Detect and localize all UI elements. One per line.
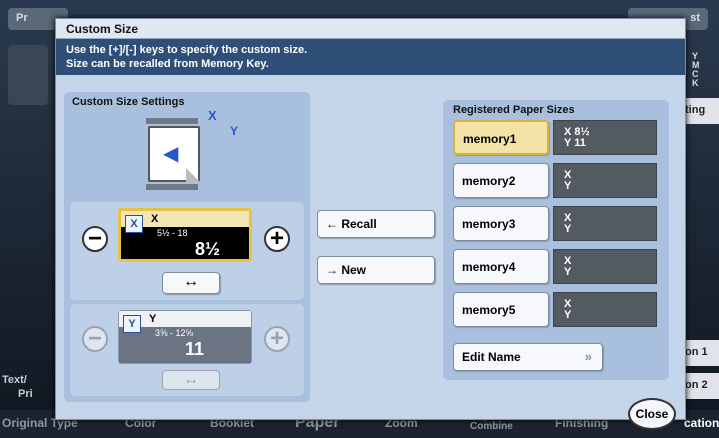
y-minus-button[interactable]: −: [82, 326, 108, 352]
registered-paper-sizes-panel: Registered Paper Sizes memory1 X 8½ Y 11…: [443, 100, 669, 380]
memory4-size: X Y: [553, 249, 657, 284]
dialog-title: Custom Size: [56, 19, 685, 39]
swap-size-button[interactable]: ↔: [162, 272, 220, 294]
settings-panel-title: Custom Size Settings: [72, 96, 185, 108]
memory3-size: X Y: [553, 206, 657, 241]
custom-size-settings-panel: Custom Size Settings ◀ X Y − X X 5½ - 18…: [64, 92, 310, 402]
paper-sheet: ◀: [148, 126, 200, 182]
memory-row-2: memory2 X Y: [453, 163, 657, 198]
memory-row-4: memory4 X Y: [453, 249, 657, 284]
dialog-message: Use the [+]/[-] keys to specify the cust…: [56, 39, 685, 75]
bg-right-button-1: ting: [681, 98, 719, 124]
close-button[interactable]: Close: [628, 398, 676, 430]
bg-left-item-1: Text/: [2, 374, 27, 386]
bg-right-button-2: on 1: [681, 340, 719, 366]
y-size-control: − Y Y 3⅝ - 12⅝ 11 + ↔: [70, 304, 304, 396]
new-button[interactable]: → New: [317, 256, 435, 284]
registered-panel-title: Registered Paper Sizes: [453, 104, 575, 116]
width-size-icon: X: [125, 215, 143, 233]
y-value: 11: [185, 339, 205, 359]
x-value: 8½: [195, 239, 221, 259]
memory5-button[interactable]: memory5: [453, 292, 549, 327]
bg-right-button-3: on 2: [681, 373, 719, 399]
x-range: 5½ - 18: [157, 228, 188, 238]
custom-size-dialog: Custom Size Use the [+]/[-] keys to spec…: [55, 18, 686, 420]
memory-row-1: memory1 X 8½ Y 11: [453, 120, 657, 155]
memory1-size: X 8½ Y 11: [553, 120, 657, 155]
bg-left-item-2: Pri: [18, 388, 33, 400]
memory1-button[interactable]: memory1: [453, 120, 549, 155]
x-size-control: − X X 5½ - 18 8½ + ↔: [70, 202, 304, 300]
x-value-box[interactable]: X X 5½ - 18 8½: [118, 208, 252, 262]
x-minus-button[interactable]: −: [82, 226, 108, 252]
swap-size-button-disabled[interactable]: ↔: [162, 370, 220, 390]
feed-direction-arrow-icon: ◀: [163, 143, 179, 165]
y-plus-button[interactable]: +: [264, 326, 290, 352]
axis-x-label: X: [208, 108, 217, 123]
height-size-icon: Y: [123, 315, 141, 333]
double-chevron-right-icon: »: [584, 349, 592, 364]
memory5-size: X Y: [553, 292, 657, 327]
memory4-button[interactable]: memory4: [453, 249, 549, 284]
memory2-button[interactable]: memory2: [453, 163, 549, 198]
y-range: 3⅝ - 12⅝: [155, 328, 194, 338]
toner-indicator: Y M C K: [692, 51, 700, 88]
paper-orientation-diagram: ◀ X Y: [146, 108, 238, 190]
y-value-box[interactable]: Y Y 3⅝ - 12⅝ 11: [118, 310, 252, 364]
axis-y-label: Y: [230, 124, 239, 138]
x-plus-button[interactable]: +: [264, 226, 290, 252]
bg-copy-icon: [8, 45, 48, 105]
memory3-button[interactable]: memory3: [453, 206, 549, 241]
recall-button[interactable]: ← Recall: [317, 210, 435, 238]
memory2-size: X Y: [553, 163, 657, 198]
memory-row-3: memory3 X Y: [453, 206, 657, 241]
edit-name-button[interactable]: Edit Name »: [453, 343, 603, 371]
memory-row-5: memory5 X Y: [453, 292, 657, 327]
